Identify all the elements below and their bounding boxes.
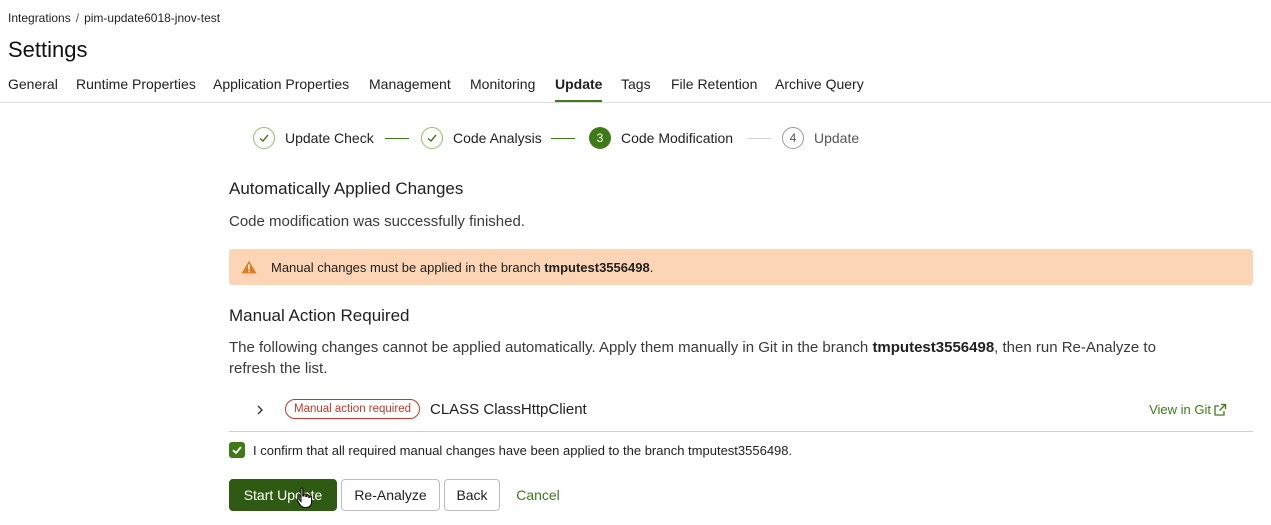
step-update: 4 Update (782, 127, 859, 149)
back-button[interactable]: Back (444, 479, 500, 511)
auto-changes-message: Code modification was successfully finis… (229, 213, 525, 230)
step-number: 3 (589, 127, 611, 149)
manual-branch-name: tmputest3556498 (872, 339, 995, 356)
step-connector (747, 138, 771, 139)
manual-action-badge: Manual action required (285, 399, 420, 419)
step-code-analysis: Code Analysis (421, 127, 542, 149)
start-update-button[interactable]: Start Update (229, 479, 337, 511)
tab-monitoring[interactable]: Monitoring (470, 76, 535, 92)
reanalyze-button[interactable]: Re-Analyze (341, 479, 440, 511)
breadcrumb-current: pim-update6018-jnov-test (84, 11, 221, 25)
chevron-right-icon[interactable] (255, 403, 265, 419)
tab-tags[interactable]: Tags (621, 76, 651, 92)
alert-branch-name: tmputest3556498 (544, 259, 650, 275)
step-label: Update Check (285, 130, 374, 146)
breadcrumb: Integrations / pim-update6018-jnov-test (8, 11, 220, 25)
confirm-label[interactable]: I confirm that all required manual chang… (253, 443, 792, 458)
tab-file-retention[interactable]: File Retention (671, 76, 757, 92)
step-label: Update (814, 130, 860, 146)
settings-tabs: General Runtime Properties Application P… (0, 70, 1271, 103)
step-number: 4 (782, 127, 804, 149)
breadcrumb-parent-link[interactable]: Integrations (8, 11, 71, 25)
check-icon (253, 127, 275, 149)
step-label: Code Modification (621, 130, 734, 146)
alert-text: Manual changes must be applied in the br… (271, 259, 654, 275)
tab-runtime-properties[interactable]: Runtime Properties (76, 76, 196, 92)
warning-icon (241, 260, 257, 274)
step-connector (385, 138, 409, 139)
step-connector (551, 138, 575, 139)
confirm-checkbox[interactable] (229, 442, 245, 458)
external-link-icon (1214, 403, 1227, 416)
step-code-modification: 3 Code Modification (589, 127, 733, 149)
manual-action-description: The following changes cannot be applied … (229, 339, 1156, 377)
page-title: Settings (8, 37, 88, 62)
tab-archive-query[interactable]: Archive Query (775, 76, 864, 92)
update-stepper: Update Check Code Analysis 3 Code Modifi… (253, 127, 893, 151)
view-in-git-link[interactable]: View in Git (1149, 402, 1227, 417)
check-icon (421, 127, 443, 149)
list-item: Manual action required CLASS ClassHttpCl… (229, 395, 1253, 432)
cancel-button[interactable]: Cancel (508, 479, 568, 511)
auto-changes-heading: Automatically Applied Changes (229, 179, 464, 198)
confirm-row: I confirm that all required manual chang… (229, 442, 792, 458)
branch-warning-alert: Manual changes must be applied in the br… (229, 249, 1253, 285)
manual-action-heading: Manual Action Required (229, 306, 410, 325)
tab-general[interactable]: General (8, 76, 58, 92)
breadcrumb-separator: / (75, 11, 80, 25)
tab-management[interactable]: Management (369, 76, 451, 92)
step-update-check: Update Check (253, 127, 374, 149)
step-label: Code Analysis (453, 130, 542, 146)
tab-update[interactable]: Update (555, 76, 603, 102)
check-icon (232, 446, 242, 455)
tab-application-properties[interactable]: Application Properties (213, 76, 349, 92)
class-name: CLASS ClassHttpClient (430, 401, 587, 418)
